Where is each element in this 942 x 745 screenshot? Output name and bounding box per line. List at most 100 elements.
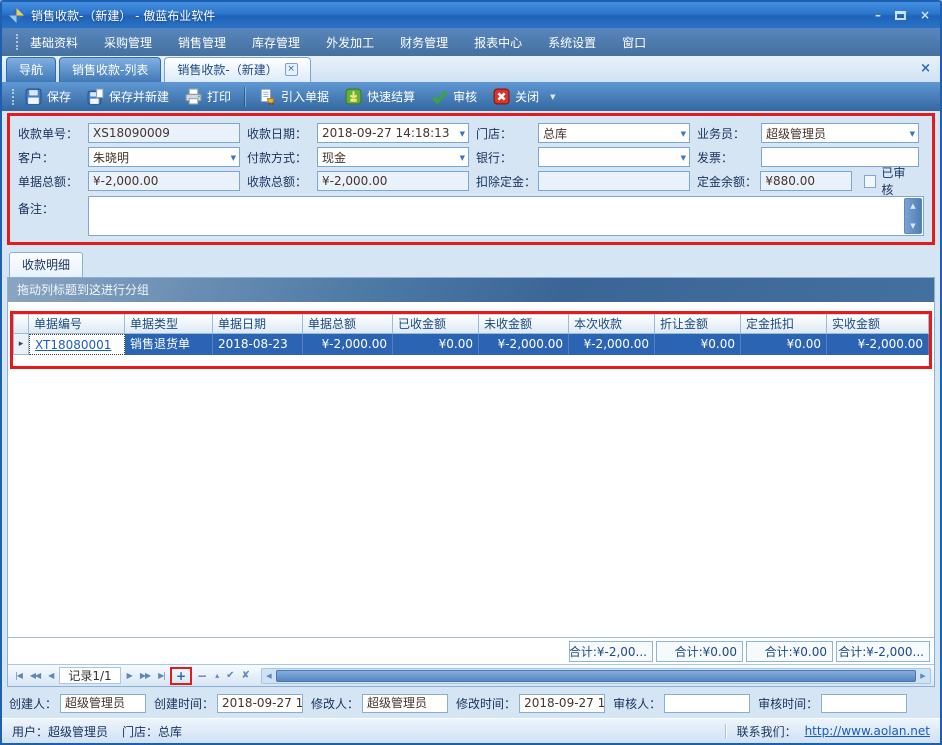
menu-settings[interactable]: 系统设置 (548, 34, 596, 51)
modify-time-field: 2018-09-27 14 (519, 694, 605, 713)
col-actual-received[interactable]: 实收金额 (827, 314, 929, 334)
save-button[interactable]: 保存 (18, 86, 78, 107)
menu-sales[interactable]: 销售管理 (178, 34, 226, 51)
nav-last-icon[interactable]: ▶| (154, 671, 169, 680)
scroll-right-icon[interactable]: ▶ (916, 669, 930, 683)
deposit-deduct-field[interactable] (538, 171, 690, 191)
audited-checkbox[interactable] (864, 175, 877, 188)
add-row-button[interactable]: + (172, 669, 190, 683)
save-icon (25, 88, 42, 105)
remark-scrollbar[interactable]: ▲ ▼ (904, 198, 922, 234)
pay-method-field[interactable]: 现金▼ (317, 147, 469, 167)
menu-reports[interactable]: 报表中心 (474, 34, 522, 51)
scroll-down-icon[interactable]: ▼ (910, 222, 915, 230)
menu-inventory[interactable]: 库存管理 (252, 34, 300, 51)
edit-row-icon[interactable]: ▴ (211, 671, 222, 680)
window-title: 销售收款-（新建） - 傲蓝布业软件 (31, 7, 215, 24)
invoice-field[interactable] (761, 147, 919, 167)
app-window: 销售收款-（新建） - 傲蓝布业软件 – × 基础资料 采购管理 销售管理 库存… (0, 0, 942, 745)
confirm-edit-icon[interactable]: ✔ (222, 670, 237, 681)
total-discount: 合计:¥0.00 (656, 641, 743, 662)
toolbar: 保存 保存并新建 打印 (2, 82, 940, 111)
audited-checkbox-group: 已审核 (864, 164, 917, 198)
deposit-balance-field: ¥880.00 (760, 171, 851, 191)
website-link[interactable]: http://www.aolan.net (805, 724, 930, 738)
scrollbar-thumb[interactable] (276, 670, 916, 682)
nav-fast-next-icon[interactable]: ▶▶ (136, 671, 154, 680)
nav-fast-prev-icon[interactable]: ◀◀ (26, 671, 44, 680)
col-deposit-offset[interactable]: 定金抵扣 (741, 314, 827, 334)
grid-horizontal-scrollbar[interactable]: ◀ ▶ (261, 668, 931, 684)
col-doc-date[interactable]: 单据日期 (213, 314, 303, 334)
chevron-down-icon[interactable]: ▼ (681, 154, 686, 162)
tab-receipt-new-label: 销售收款-（新建） (177, 61, 277, 78)
chevron-down-icon[interactable]: ▼ (910, 130, 915, 138)
chevron-down-icon[interactable]: ▼ (231, 154, 236, 162)
status-user: 用户：超级管理员 (12, 723, 108, 740)
col-doc-total[interactable]: 单据总额 (303, 314, 393, 334)
save-and-new-button[interactable]: 保存并新建 (80, 86, 176, 107)
chevron-down-icon[interactable]: ▼ (460, 154, 465, 162)
col-doc-type[interactable]: 单据类型 (125, 314, 213, 334)
chevron-down-icon[interactable]: ▼ (460, 130, 465, 138)
tab-receipt-detail[interactable]: 收款明细 (9, 252, 83, 277)
remark-textarea[interactable]: ▲ ▼ (88, 196, 924, 236)
cancel-edit-icon[interactable]: ✘ (238, 670, 253, 681)
col-doc-no[interactable]: 单据编号 (29, 314, 125, 334)
menu-outsourcing[interactable]: 外发加工 (326, 34, 374, 51)
col-unreceived[interactable]: 未收金额 (479, 314, 569, 334)
menu-purchase[interactable]: 采购管理 (104, 34, 152, 51)
group-by-bar[interactable]: 拖动列标题到这进行分组 (8, 278, 934, 302)
close-form-button[interactable]: 关闭 (486, 86, 546, 107)
receipt-date-field[interactable]: 2018-09-27 14:18:13▼ (317, 123, 469, 143)
document-tab-strip: 导航 销售收款-列表 销售收款-（新建） × × (2, 56, 940, 82)
import-document-button[interactable]: 引入单据 (252, 86, 336, 107)
tab-receipt-list[interactable]: 销售收款-列表 (59, 57, 161, 82)
toolbar-overflow-caret-icon[interactable]: ▼ (550, 93, 555, 101)
modify-time-label: 修改时间： (456, 695, 516, 712)
scroll-left-icon[interactable]: ◀ (262, 669, 276, 683)
doc-no-link[interactable]: XT18080001 (29, 334, 125, 355)
tab-receipt-new[interactable]: 销售收款-（新建） × (164, 57, 310, 82)
nav-first-icon[interactable]: |◀ (11, 671, 26, 680)
receipt-total-field: ¥-2,000.00 (317, 171, 469, 191)
bank-field[interactable]: ▼ (538, 147, 690, 167)
audit-time-label: 审核时间： (758, 695, 818, 712)
quick-settle-button[interactable]: 快速结算 (338, 86, 422, 107)
delete-row-button[interactable]: − (193, 669, 211, 683)
tab-close-icon[interactable]: × (285, 63, 298, 76)
print-button[interactable]: 打印 (178, 86, 238, 107)
cell-discount: ¥0.00 (655, 334, 741, 355)
remark-label: 备注： (18, 196, 88, 217)
col-discount[interactable]: 折让金额 (655, 314, 741, 334)
audit-button[interactable]: 审核 (424, 86, 484, 107)
menu-window[interactable]: 窗口 (622, 34, 646, 51)
minimize-icon[interactable]: – (875, 9, 881, 21)
salesman-label: 业务员： (697, 125, 761, 142)
salesman-field[interactable]: 超级管理员▼ (761, 123, 919, 143)
annotation-rect-grid: 单据编号 单据类型 单据日期 单据总额 已收金额 未收金额 本次收款 折让金额 … (10, 311, 932, 369)
menu-drag-handle-icon (16, 34, 18, 50)
save-new-icon (87, 88, 104, 105)
close-icon[interactable]: × (920, 9, 930, 21)
nav-prev-icon[interactable]: ◀ (44, 671, 57, 680)
customer-field[interactable]: 朱晓明▼ (88, 147, 240, 167)
invoice-label: 发票： (697, 149, 761, 166)
cell-doc-date: 2018-08-23 (213, 334, 303, 355)
creator-field: 超级管理员 (60, 694, 146, 713)
maximize-icon[interactable] (895, 11, 906, 20)
store-field[interactable]: 总库▼ (538, 123, 690, 143)
chevron-down-icon[interactable]: ▼ (681, 130, 686, 138)
col-received[interactable]: 已收金额 (393, 314, 479, 334)
menu-base-data[interactable]: 基础资料 (30, 34, 78, 51)
tab-navigation[interactable]: 导航 (6, 57, 56, 82)
scroll-up-icon[interactable]: ▲ (910, 202, 915, 210)
tabstrip-close-icon[interactable]: × (920, 61, 931, 76)
nav-next-icon[interactable]: ▶ (123, 671, 136, 680)
col-this-receipt[interactable]: 本次收款 (569, 314, 655, 334)
title-bar: 销售收款-（新建） - 傲蓝布业软件 – × (2, 2, 940, 28)
receipt-no-field[interactable]: XS18090009 (88, 123, 240, 143)
store-label: 门店： (476, 125, 538, 142)
table-row[interactable]: ▸ XT18080001 销售退货单 2018-08-23 ¥-2,000.00… (13, 334, 929, 355)
menu-finance[interactable]: 财务管理 (400, 34, 448, 51)
